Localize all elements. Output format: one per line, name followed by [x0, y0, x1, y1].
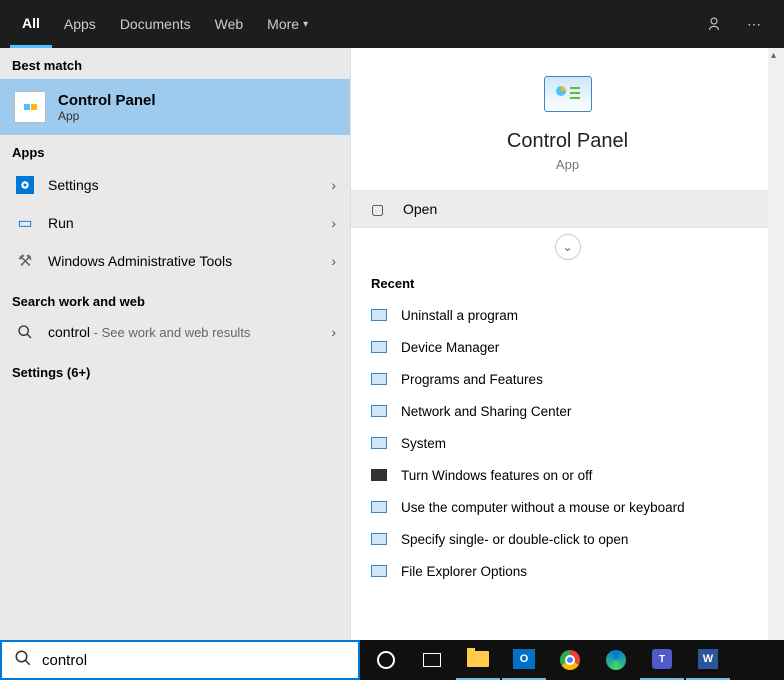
recent-item-label: Uninstall a program [401, 308, 518, 323]
recent-item-label: Use the computer without a mouse or keyb… [401, 500, 685, 515]
recent-item-label: Network and Sharing Center [401, 404, 571, 419]
app-settings[interactable]: Settings › [0, 166, 350, 204]
app-admin-tools[interactable]: ⚒ Windows Administrative Tools › [0, 242, 350, 280]
recent-item[interactable]: Programs and Features [351, 363, 784, 395]
chevron-right-icon: › [331, 177, 336, 193]
control-panel-icon [14, 91, 46, 123]
app-icon [371, 309, 387, 321]
app-icon [371, 501, 387, 513]
run-icon: ▭ [14, 213, 36, 233]
section-search-web: Search work and web [0, 280, 350, 313]
tab-apps[interactable]: Apps [52, 0, 108, 48]
search-input[interactable] [42, 652, 346, 669]
recent-item-label: Programs and Features [401, 372, 543, 387]
recent-item-label: File Explorer Options [401, 564, 527, 579]
recent-item-label: Turn Windows features on or off [401, 468, 592, 483]
app-icon [371, 533, 387, 545]
control-panel-large-icon [544, 76, 592, 112]
app-icon [371, 565, 387, 577]
chrome-button[interactable] [548, 640, 592, 680]
app-run[interactable]: ▭ Run › [0, 204, 350, 242]
cortana-button[interactable] [364, 640, 408, 680]
recent-item[interactable]: Device Manager [351, 331, 784, 363]
detail-title: Control Panel [351, 130, 784, 153]
open-action[interactable]: ▢ Open [351, 190, 784, 228]
expand-button[interactable]: ⌄ [555, 234, 581, 260]
recent-item[interactable]: Specify single- or double-click to open [351, 523, 784, 555]
file-explorer-button[interactable] [456, 640, 500, 680]
section-settings[interactable]: Settings (6+) [0, 351, 350, 384]
task-view-button[interactable] [410, 640, 454, 680]
scrollbar[interactable] [768, 48, 784, 640]
open-icon: ▢ [371, 201, 391, 218]
edge-button[interactable] [594, 640, 638, 680]
app-icon [371, 405, 387, 417]
best-match-item[interactable]: Control Panel App [0, 79, 350, 135]
app-icon [371, 373, 387, 385]
search-icon [14, 324, 36, 340]
tab-web[interactable]: Web [203, 0, 256, 48]
recent-item[interactable]: Network and Sharing Center [351, 395, 784, 427]
feedback-icon[interactable] [694, 0, 734, 48]
recent-item[interactable]: Turn Windows features on or off [351, 459, 784, 491]
results-panel: Best match Control Panel App Apps Settin… [0, 48, 350, 640]
chevron-right-icon: › [331, 324, 336, 340]
search-filter-tabs: All Apps Documents Web More▾ ⋯ [0, 0, 784, 48]
tools-icon: ⚒ [14, 251, 36, 271]
chevron-down-icon: ▾ [303, 19, 308, 30]
best-match-title: Control Panel [58, 92, 156, 109]
outlook-button[interactable]: O [502, 640, 546, 680]
recent-item[interactable]: System [351, 427, 784, 459]
tab-more[interactable]: More▾ [255, 0, 320, 48]
app-icon [371, 469, 387, 481]
section-best-match: Best match [0, 48, 350, 79]
app-icon [371, 437, 387, 449]
recent-item[interactable]: Use the computer without a mouse or keyb… [351, 491, 784, 523]
app-icon [371, 341, 387, 353]
tab-all[interactable]: All [10, 0, 52, 48]
search-box[interactable] [0, 640, 360, 680]
search-web-item[interactable]: control - See work and web results › [0, 313, 350, 351]
recent-item[interactable]: Uninstall a program [351, 299, 784, 331]
teams-button[interactable]: T [640, 640, 684, 680]
recent-header: Recent [351, 266, 784, 299]
chevron-right-icon: › [331, 215, 336, 231]
recent-item-label: Specify single- or double-click to open [401, 532, 628, 547]
taskbar: O T W [360, 640, 784, 680]
detail-subtitle: App [351, 157, 784, 172]
best-match-subtitle: App [58, 109, 156, 123]
search-icon [14, 649, 32, 672]
recent-item-label: System [401, 436, 446, 451]
more-options-icon[interactable]: ⋯ [734, 0, 774, 48]
tab-documents[interactable]: Documents [108, 0, 203, 48]
gear-icon [14, 176, 36, 194]
recent-item-label: Device Manager [401, 340, 499, 355]
detail-panel: Control Panel App ▢ Open ⌄ Recent Uninst… [350, 48, 784, 640]
chevron-right-icon: › [331, 253, 336, 269]
word-button[interactable]: W [686, 640, 730, 680]
recent-item[interactable]: File Explorer Options [351, 555, 784, 587]
section-apps: Apps [0, 135, 350, 166]
